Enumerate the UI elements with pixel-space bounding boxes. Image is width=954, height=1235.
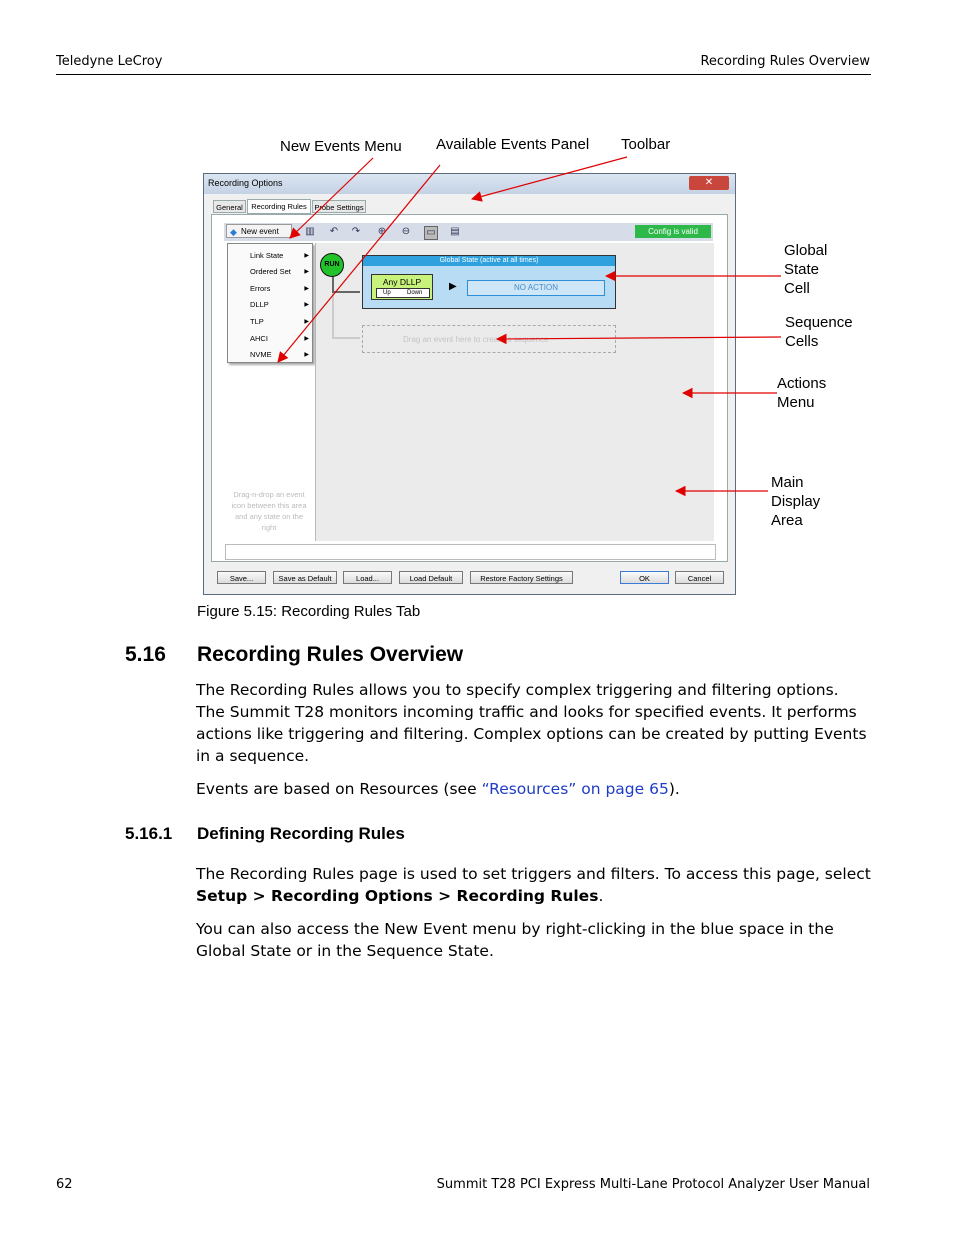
paragraph-access: The Recording Rules page is used to set … [196,863,872,907]
paragraph-access-text: The Recording Rules page is used to set … [196,865,871,883]
section-number: 5.16 [125,643,166,666]
arrow-sequence-cells [495,333,782,345]
callout-arrows [277,156,782,497]
arrow-toolbar [470,156,628,202]
section-title: Recording Rules Overview [197,643,464,666]
page-number: 62 [56,1177,73,1192]
arrow-available-events-panel [277,164,441,363]
paragraph-resources-end: ). [668,780,680,798]
paragraph-access-end: . [598,887,604,905]
subsection-title: Defining Recording Rules [197,824,405,843]
paragraph-right-click: You can also access the New Event menu b… [196,920,834,960]
arrow-new-events-menu [289,157,374,239]
resources-link[interactable]: “Resources” on page 65 [482,780,669,798]
paragraph-overview: The Recording Rules allows you to specif… [196,681,867,765]
paragraph-resources: Events are based on Resources (see “Reso… [196,778,872,800]
menu-path: Setup > Recording Options > Recording Ru… [196,887,599,905]
footer-title: Summit T28 PCI Express Multi-Lane Protoc… [436,1177,870,1192]
figure-caption: Figure 5.15: Recording Rules Tab [197,603,421,620]
paragraph-resources-text: Events are based on Resources (see [196,780,482,798]
subsection-number: 5.16.1 [125,824,173,843]
